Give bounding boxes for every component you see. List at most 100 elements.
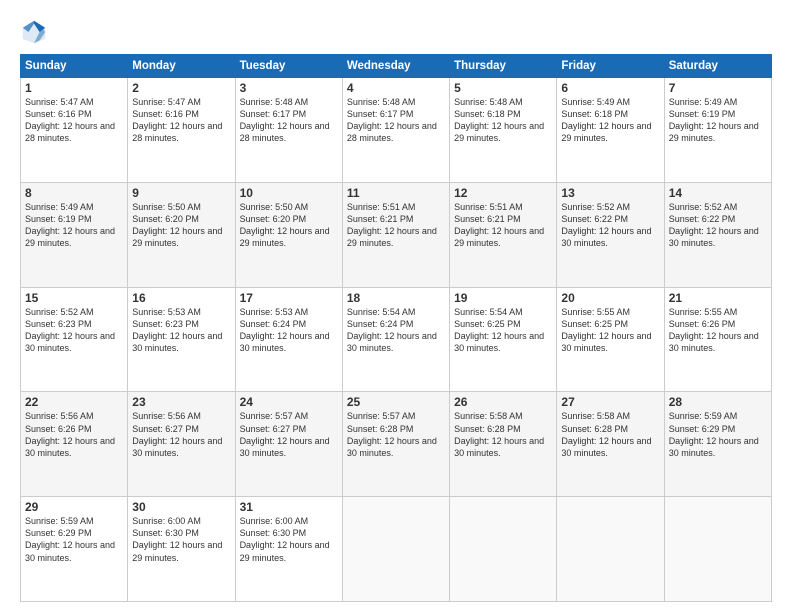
day-number: 22 — [25, 395, 123, 409]
day-number: 5 — [454, 81, 552, 95]
day-number: 10 — [240, 186, 338, 200]
day-info: Sunrise: 5:48 AMSunset: 6:17 PMDaylight:… — [240, 97, 330, 143]
calendar-cell: 29 Sunrise: 5:59 AMSunset: 6:29 PMDaylig… — [21, 497, 128, 602]
calendar-cell: 24 Sunrise: 5:57 AMSunset: 6:27 PMDaylig… — [235, 392, 342, 497]
day-info: Sunrise: 5:50 AMSunset: 6:20 PMDaylight:… — [132, 202, 222, 248]
calendar-cell — [557, 497, 664, 602]
col-header-tuesday: Tuesday — [235, 55, 342, 78]
calendar-cell: 31 Sunrise: 6:00 AMSunset: 6:30 PMDaylig… — [235, 497, 342, 602]
day-info: Sunrise: 5:59 AMSunset: 6:29 PMDaylight:… — [25, 516, 115, 562]
calendar-cell: 6 Sunrise: 5:49 AMSunset: 6:18 PMDayligh… — [557, 78, 664, 183]
calendar-cell: 13 Sunrise: 5:52 AMSunset: 6:22 PMDaylig… — [557, 182, 664, 287]
day-number: 21 — [669, 291, 767, 305]
day-number: 25 — [347, 395, 445, 409]
calendar-cell: 21 Sunrise: 5:55 AMSunset: 6:26 PMDaylig… — [664, 287, 771, 392]
day-number: 6 — [561, 81, 659, 95]
day-number: 9 — [132, 186, 230, 200]
day-info: Sunrise: 5:52 AMSunset: 6:22 PMDaylight:… — [669, 202, 759, 248]
calendar-cell: 19 Sunrise: 5:54 AMSunset: 6:25 PMDaylig… — [450, 287, 557, 392]
day-number: 12 — [454, 186, 552, 200]
calendar-cell — [450, 497, 557, 602]
day-number: 1 — [25, 81, 123, 95]
page: SundayMondayTuesdayWednesdayThursdayFrid… — [0, 0, 792, 612]
day-info: Sunrise: 6:00 AMSunset: 6:30 PMDaylight:… — [240, 516, 330, 562]
day-info: Sunrise: 5:49 AMSunset: 6:19 PMDaylight:… — [669, 97, 759, 143]
col-header-friday: Friday — [557, 55, 664, 78]
calendar-cell: 18 Sunrise: 5:54 AMSunset: 6:24 PMDaylig… — [342, 287, 449, 392]
day-info: Sunrise: 6:00 AMSunset: 6:30 PMDaylight:… — [132, 516, 222, 562]
col-header-saturday: Saturday — [664, 55, 771, 78]
col-header-sunday: Sunday — [21, 55, 128, 78]
day-info: Sunrise: 5:54 AMSunset: 6:24 PMDaylight:… — [347, 307, 437, 353]
calendar-cell: 26 Sunrise: 5:58 AMSunset: 6:28 PMDaylig… — [450, 392, 557, 497]
day-number: 31 — [240, 500, 338, 514]
day-info: Sunrise: 5:47 AMSunset: 6:16 PMDaylight:… — [25, 97, 115, 143]
col-header-monday: Monday — [128, 55, 235, 78]
col-header-wednesday: Wednesday — [342, 55, 449, 78]
day-info: Sunrise: 5:53 AMSunset: 6:23 PMDaylight:… — [132, 307, 222, 353]
day-number: 15 — [25, 291, 123, 305]
day-number: 11 — [347, 186, 445, 200]
day-info: Sunrise: 5:47 AMSunset: 6:16 PMDaylight:… — [132, 97, 222, 143]
day-number: 28 — [669, 395, 767, 409]
day-number: 19 — [454, 291, 552, 305]
day-info: Sunrise: 5:48 AMSunset: 6:17 PMDaylight:… — [347, 97, 437, 143]
calendar-table: SundayMondayTuesdayWednesdayThursdayFrid… — [20, 54, 772, 602]
calendar-cell: 3 Sunrise: 5:48 AMSunset: 6:17 PMDayligh… — [235, 78, 342, 183]
day-info: Sunrise: 5:55 AMSunset: 6:26 PMDaylight:… — [669, 307, 759, 353]
calendar-cell: 22 Sunrise: 5:56 AMSunset: 6:26 PMDaylig… — [21, 392, 128, 497]
calendar-cell: 20 Sunrise: 5:55 AMSunset: 6:25 PMDaylig… — [557, 287, 664, 392]
logo-icon — [20, 18, 48, 46]
day-info: Sunrise: 5:56 AMSunset: 6:26 PMDaylight:… — [25, 411, 115, 457]
calendar-cell: 12 Sunrise: 5:51 AMSunset: 6:21 PMDaylig… — [450, 182, 557, 287]
calendar-cell: 23 Sunrise: 5:56 AMSunset: 6:27 PMDaylig… — [128, 392, 235, 497]
day-number: 30 — [132, 500, 230, 514]
day-number: 13 — [561, 186, 659, 200]
calendar-cell: 8 Sunrise: 5:49 AMSunset: 6:19 PMDayligh… — [21, 182, 128, 287]
day-info: Sunrise: 5:53 AMSunset: 6:24 PMDaylight:… — [240, 307, 330, 353]
calendar-cell: 14 Sunrise: 5:52 AMSunset: 6:22 PMDaylig… — [664, 182, 771, 287]
day-info: Sunrise: 5:54 AMSunset: 6:25 PMDaylight:… — [454, 307, 544, 353]
day-number: 7 — [669, 81, 767, 95]
day-info: Sunrise: 5:51 AMSunset: 6:21 PMDaylight:… — [454, 202, 544, 248]
calendar-cell: 7 Sunrise: 5:49 AMSunset: 6:19 PMDayligh… — [664, 78, 771, 183]
calendar-cell: 16 Sunrise: 5:53 AMSunset: 6:23 PMDaylig… — [128, 287, 235, 392]
calendar-cell: 17 Sunrise: 5:53 AMSunset: 6:24 PMDaylig… — [235, 287, 342, 392]
day-info: Sunrise: 5:49 AMSunset: 6:18 PMDaylight:… — [561, 97, 651, 143]
day-info: Sunrise: 5:55 AMSunset: 6:25 PMDaylight:… — [561, 307, 651, 353]
day-number: 17 — [240, 291, 338, 305]
day-number: 24 — [240, 395, 338, 409]
calendar-cell — [664, 497, 771, 602]
calendar-cell: 5 Sunrise: 5:48 AMSunset: 6:18 PMDayligh… — [450, 78, 557, 183]
day-number: 18 — [347, 291, 445, 305]
day-info: Sunrise: 5:51 AMSunset: 6:21 PMDaylight:… — [347, 202, 437, 248]
day-info: Sunrise: 5:57 AMSunset: 6:27 PMDaylight:… — [240, 411, 330, 457]
calendar-cell: 15 Sunrise: 5:52 AMSunset: 6:23 PMDaylig… — [21, 287, 128, 392]
day-info: Sunrise: 5:59 AMSunset: 6:29 PMDaylight:… — [669, 411, 759, 457]
day-number: 26 — [454, 395, 552, 409]
day-info: Sunrise: 5:56 AMSunset: 6:27 PMDaylight:… — [132, 411, 222, 457]
calendar-cell: 30 Sunrise: 6:00 AMSunset: 6:30 PMDaylig… — [128, 497, 235, 602]
calendar-cell: 10 Sunrise: 5:50 AMSunset: 6:20 PMDaylig… — [235, 182, 342, 287]
calendar-cell: 2 Sunrise: 5:47 AMSunset: 6:16 PMDayligh… — [128, 78, 235, 183]
day-number: 14 — [669, 186, 767, 200]
logo — [20, 18, 52, 46]
day-info: Sunrise: 5:48 AMSunset: 6:18 PMDaylight:… — [454, 97, 544, 143]
calendar-cell: 9 Sunrise: 5:50 AMSunset: 6:20 PMDayligh… — [128, 182, 235, 287]
col-header-thursday: Thursday — [450, 55, 557, 78]
day-number: 16 — [132, 291, 230, 305]
day-info: Sunrise: 5:52 AMSunset: 6:22 PMDaylight:… — [561, 202, 651, 248]
day-number: 27 — [561, 395, 659, 409]
calendar-cell: 28 Sunrise: 5:59 AMSunset: 6:29 PMDaylig… — [664, 392, 771, 497]
day-number: 29 — [25, 500, 123, 514]
header — [20, 18, 772, 46]
day-info: Sunrise: 5:57 AMSunset: 6:28 PMDaylight:… — [347, 411, 437, 457]
day-info: Sunrise: 5:52 AMSunset: 6:23 PMDaylight:… — [25, 307, 115, 353]
calendar-cell: 1 Sunrise: 5:47 AMSunset: 6:16 PMDayligh… — [21, 78, 128, 183]
day-info: Sunrise: 5:58 AMSunset: 6:28 PMDaylight:… — [561, 411, 651, 457]
calendar-cell: 27 Sunrise: 5:58 AMSunset: 6:28 PMDaylig… — [557, 392, 664, 497]
calendar-cell — [342, 497, 449, 602]
day-number: 4 — [347, 81, 445, 95]
day-number: 2 — [132, 81, 230, 95]
day-number: 8 — [25, 186, 123, 200]
